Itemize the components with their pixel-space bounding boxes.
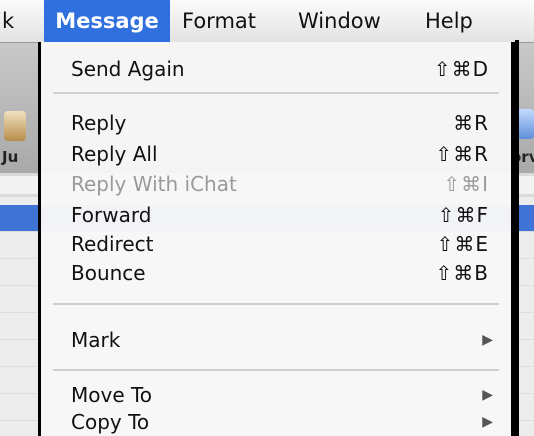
submenu-arrow-icon: ▶: [482, 413, 493, 430]
menu-item-label: Reply All: [71, 141, 158, 166]
shortcut-label: ⇧⌘F: [437, 202, 489, 227]
menu-item-redirect[interactable]: Redirect ⇧⌘E: [41, 229, 511, 258]
menu-separator: [53, 303, 499, 305]
menu-item-mark[interactable]: Mark ▶: [41, 325, 511, 354]
menubar-item-format[interactable]: Format: [182, 0, 256, 42]
menu-item-forward[interactable]: Forward ⇧⌘F: [41, 200, 511, 229]
menu-item-copy-to[interactable]: Copy To ▶: [41, 407, 511, 436]
shortcut-label: ⇧⌘B: [435, 260, 489, 285]
menu-item-label: Forward: [71, 202, 152, 227]
menu-item-bounce[interactable]: Bounce ⇧⌘B: [41, 258, 511, 287]
menubar-item-cut[interactable]: k: [0, 0, 20, 42]
shortcut-label: ⇧⌘D: [433, 56, 489, 81]
submenu-arrow-icon: ▶: [482, 386, 493, 403]
shortcut-label: ⌘R: [453, 110, 489, 135]
menu-item-move-to[interactable]: Move To ▶: [41, 380, 511, 409]
toolbar-label-left: Ju: [2, 148, 19, 166]
menu-item-reply[interactable]: Reply ⌘R: [41, 108, 511, 137]
menu-separator: [53, 92, 499, 94]
menubar-item-message[interactable]: Message: [44, 0, 170, 42]
menu-item-label: Reply: [71, 110, 127, 135]
menubar-item-window[interactable]: Window: [298, 0, 381, 42]
menu-item-label: Move To: [71, 382, 153, 407]
shortcut-label: ⇧⌘I: [443, 171, 489, 196]
menu-item-label: Bounce: [71, 260, 146, 285]
menu-item-label: Redirect: [71, 231, 154, 256]
menu-item-reply-all[interactable]: Reply All ⇧⌘R: [41, 139, 511, 168]
menu-item-reply-with-ichat: Reply With iChat ⇧⌘I: [41, 169, 511, 198]
menu-item-label: Send Again: [71, 56, 185, 81]
menu-bar: k Message Format Window Help: [0, 0, 534, 43]
menu-item-label: Mark: [71, 327, 121, 352]
shortcut-label: ⇧⌘E: [436, 231, 489, 256]
message-menu-dropdown: Send Again ⇧⌘D Reply ⌘R Reply All ⇧⌘R Re…: [38, 40, 519, 436]
menu-edge-line: [515, 40, 519, 436]
menubar-item-help[interactable]: Help: [425, 0, 473, 42]
mail-toolbar-icon: [4, 111, 26, 141]
menu-separator: [53, 369, 499, 371]
submenu-arrow-icon: ▶: [482, 331, 493, 348]
menu-item-send-again[interactable]: Send Again ⇧⌘D: [41, 54, 511, 83]
menu-item-label: Reply With iChat: [71, 171, 237, 196]
shortcut-label: ⇧⌘R: [435, 141, 489, 166]
menu-item-label: Copy To: [71, 409, 150, 434]
